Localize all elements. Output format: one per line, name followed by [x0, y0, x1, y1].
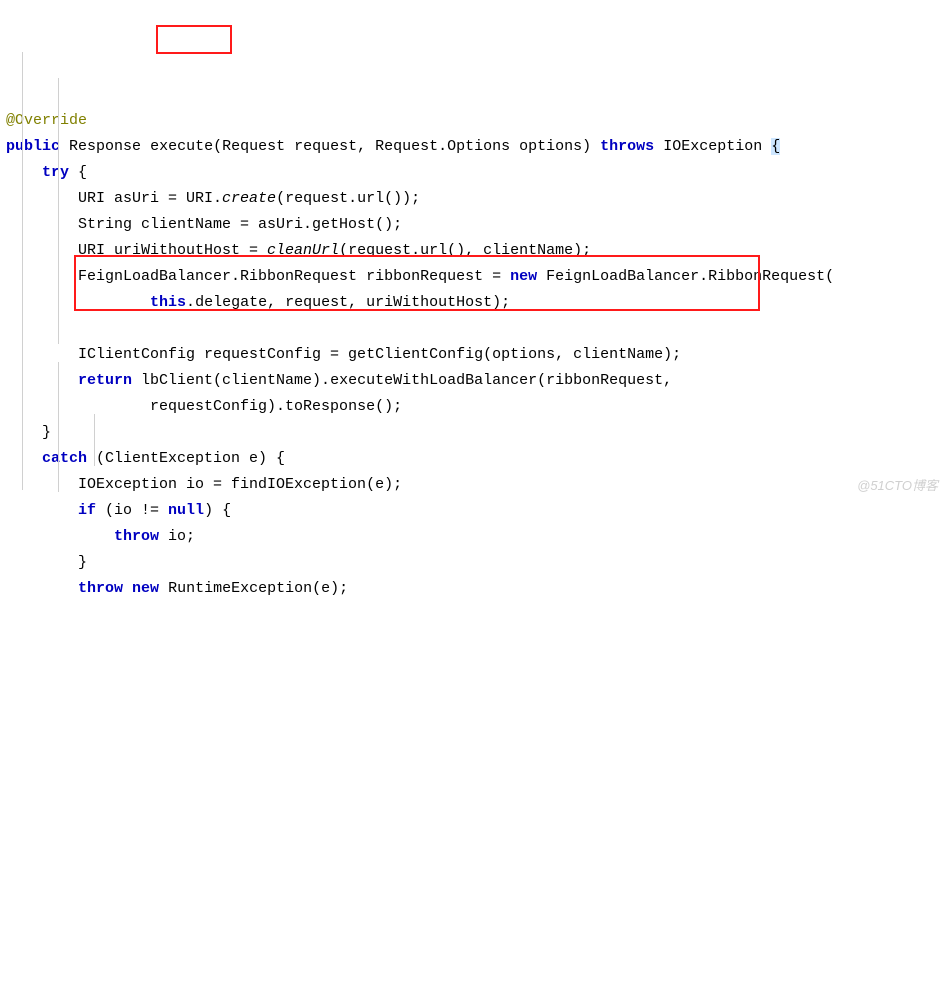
keyword-throw: throw	[114, 528, 159, 545]
code-line: String clientName = asUri.getHost();	[78, 216, 402, 233]
static-call: cleanUrl	[267, 242, 339, 259]
code-line: FeignLoadBalancer.RibbonRequest ribbonRe…	[78, 268, 510, 285]
highlight-box-method	[156, 25, 232, 54]
method-name: execute	[150, 138, 213, 155]
brace-close: }	[78, 554, 87, 571]
field: delegate	[195, 294, 267, 311]
brace-close: }	[42, 424, 51, 441]
keyword-new: new	[510, 268, 537, 285]
annotation: @Override	[6, 112, 87, 129]
type: Response	[69, 138, 141, 155]
code-line: IClientConfig requestConfig = getClientC…	[78, 346, 681, 363]
keyword-try: try	[42, 164, 69, 181]
code-line: (request.url(), clientName);	[339, 242, 591, 259]
code-line: FeignLoadBalancer.RibbonRequest(	[537, 268, 834, 285]
code-block: @Override public Response execute(Reques…	[6, 108, 940, 602]
code-line: lbClient(clientName).executeWithLoadBala…	[132, 372, 672, 389]
static-call: create	[222, 190, 276, 207]
keyword-return: return	[78, 372, 132, 389]
code-line: (request.url());	[276, 190, 420, 207]
keyword-throws: throws	[600, 138, 654, 155]
keyword-new: new	[132, 580, 159, 597]
code-line: requestConfig).toResponse();	[150, 398, 402, 415]
dot: .	[186, 294, 195, 311]
code-line: URI uriWithoutHost =	[78, 242, 267, 259]
catch-param: (ClientException e) {	[87, 450, 285, 467]
keyword-throw: throw	[78, 580, 123, 597]
brace: {	[69, 164, 87, 181]
code-line: URI asUri = URI.	[78, 190, 222, 207]
params: (Request request, Request.Options option…	[213, 138, 591, 155]
keyword-public: public	[6, 138, 60, 155]
code-line: IOException io = findIOException(e);	[78, 476, 402, 493]
watermark: @51CTO博客	[857, 473, 938, 499]
brace-open: {	[771, 138, 780, 155]
throw-expr: io;	[159, 528, 195, 545]
keyword-catch: catch	[42, 450, 87, 467]
code-line: , request, uriWithoutHost);	[267, 294, 510, 311]
throw-expr: RuntimeException(e);	[159, 580, 348, 597]
keyword-this: this	[150, 294, 186, 311]
exception-type: IOException	[663, 138, 762, 155]
